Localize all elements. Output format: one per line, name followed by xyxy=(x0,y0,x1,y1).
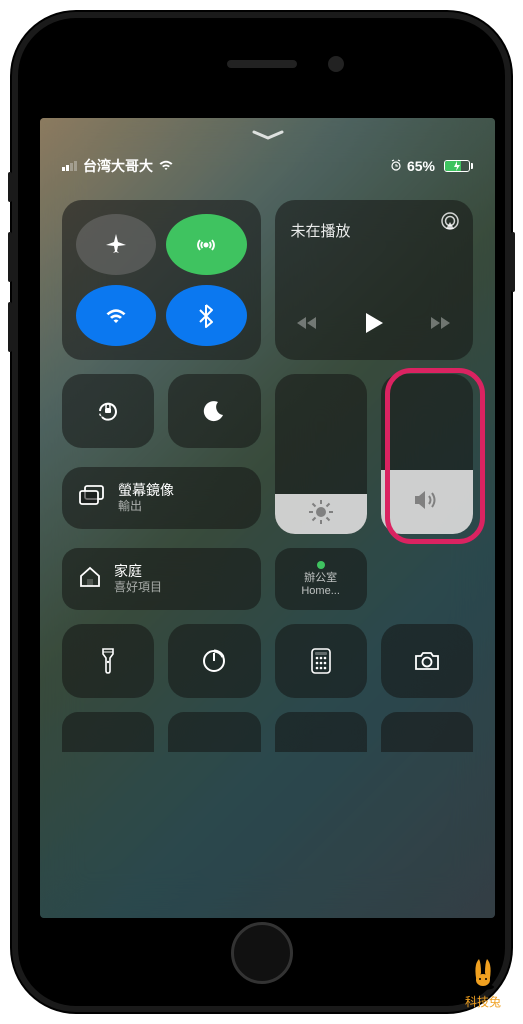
wifi-icon xyxy=(158,158,174,174)
empty-slot xyxy=(381,548,473,610)
signal-icon xyxy=(62,158,78,174)
home-tile-line1: 辦公室 xyxy=(304,572,337,584)
battery-percent-label: 65% xyxy=(407,158,435,174)
brightness-slider[interactable] xyxy=(275,374,367,534)
phone-bezel: 台湾大哥大 65% xyxy=(18,18,505,1006)
front-camera xyxy=(328,56,344,72)
bluetooth-button[interactable] xyxy=(166,285,246,346)
screen-mirroring-icon xyxy=(78,485,106,511)
screen-mirroring-title: 螢幕鏡像 xyxy=(118,482,174,498)
timer-button[interactable] xyxy=(168,624,260,698)
airplay-icon[interactable] xyxy=(439,210,461,237)
screen: 台湾大哥大 65% xyxy=(40,118,495,918)
volume-down-button[interactable] xyxy=(8,302,12,352)
now-playing-label: 未在播放 xyxy=(291,220,458,241)
peek-tile-1[interactable] xyxy=(62,712,154,752)
status-bar: 台湾大哥大 65% xyxy=(40,118,495,176)
home-accessory-tile[interactable]: 辦公室 Home... xyxy=(275,548,367,610)
next-track-button[interactable] xyxy=(428,315,452,336)
battery-icon xyxy=(444,160,473,172)
orientation-lock-button[interactable] xyxy=(62,374,154,448)
wifi-button[interactable] xyxy=(76,285,156,346)
home-module-subtitle: 喜好項目 xyxy=(114,580,162,594)
flashlight-button[interactable] xyxy=(62,624,154,698)
earpiece-speaker xyxy=(227,60,297,68)
brightness-icon xyxy=(308,499,334,530)
peek-tile-3[interactable] xyxy=(275,712,367,752)
connectivity-module[interactable] xyxy=(62,200,261,360)
media-module[interactable]: 未在播放 xyxy=(275,200,474,360)
airplane-mode-button[interactable] xyxy=(76,214,156,275)
peek-tile-4[interactable] xyxy=(381,712,473,752)
cellular-data-button[interactable] xyxy=(166,214,246,275)
screen-mirroring-subtitle: 輸出 xyxy=(118,499,174,513)
calculator-button[interactable] xyxy=(275,624,367,698)
alarm-icon xyxy=(390,158,402,174)
volume-up-button[interactable] xyxy=(8,232,12,282)
volume-slider[interactable] xyxy=(381,374,473,534)
camera-button[interactable] xyxy=(381,624,473,698)
phone-frame: 台湾大哥大 65% xyxy=(12,12,511,1012)
screen-mirroring-text: 螢幕鏡像 輸出 xyxy=(118,482,174,513)
volume-icon xyxy=(413,488,441,517)
screen-mirroring-button[interactable]: 螢幕鏡像 輸出 xyxy=(62,467,261,529)
watermark: 科技兔 xyxy=(465,955,501,1010)
home-button[interactable] xyxy=(231,922,293,984)
home-module-title: 家庭 xyxy=(114,563,142,579)
peek-tile-2[interactable] xyxy=(168,712,260,752)
play-button[interactable] xyxy=(363,311,385,340)
watermark-label: 科技兔 xyxy=(465,993,501,1010)
power-button[interactable] xyxy=(511,232,515,292)
home-tile-line2: Home... xyxy=(301,585,340,597)
status-dot-icon xyxy=(317,561,325,569)
home-module-text: 家庭 喜好項目 xyxy=(114,563,162,594)
previous-track-button[interactable] xyxy=(296,315,320,336)
home-icon xyxy=(78,565,102,593)
mute-switch[interactable] xyxy=(8,172,12,202)
home-module-button[interactable]: 家庭 喜好項目 xyxy=(62,548,261,610)
carrier-label: 台湾大哥大 xyxy=(83,156,153,176)
control-center-grid: 未在播放 xyxy=(40,176,495,752)
do-not-disturb-button[interactable] xyxy=(168,374,260,448)
